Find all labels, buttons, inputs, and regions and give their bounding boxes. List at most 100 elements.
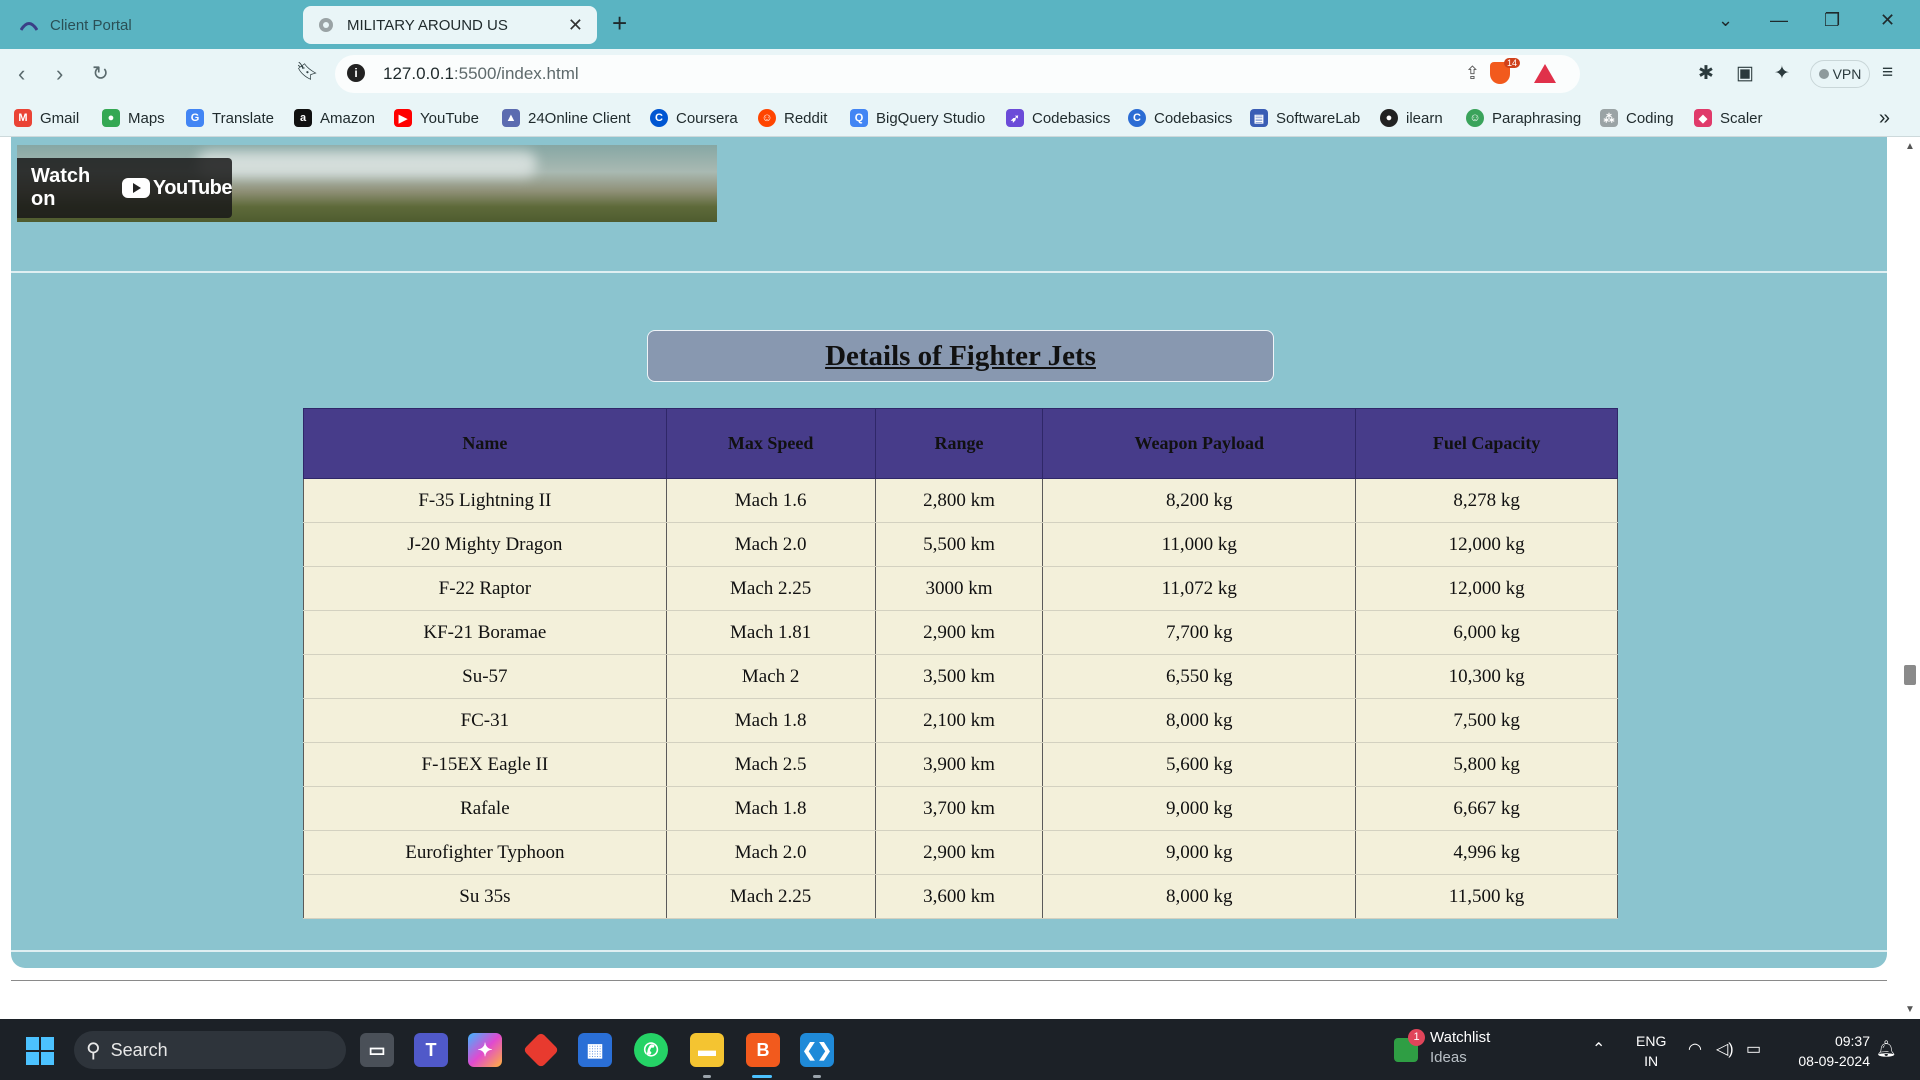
- cell-name: Su-57: [303, 654, 667, 699]
- scrollbar-thumb[interactable]: [1904, 665, 1916, 685]
- restore-icon[interactable]: ❐: [1824, 10, 1840, 31]
- page-viewport: Watch on YouTube Details of Fighter Jets…: [0, 137, 1900, 1019]
- bookmark-scaler[interactable]: ◆ Scaler: [1694, 109, 1763, 127]
- watch-on-youtube-button[interactable]: Watch on YouTube: [17, 158, 233, 218]
- teams-icon[interactable]: T: [414, 1033, 448, 1067]
- bookmark-24online[interactable]: ▲ 24Online Client: [502, 109, 631, 127]
- scroll-up-icon[interactable]: ▲: [1905, 141, 1915, 152]
- bookmark-bigquery[interactable]: Q BigQuery Studio: [850, 109, 985, 127]
- bookmark-amazon[interactable]: a Amazon: [294, 109, 375, 127]
- tab-client-portal[interactable]: Client Portal: [8, 6, 298, 44]
- taskbar-search[interactable]: ⚲ Search: [74, 1031, 346, 1069]
- cell-range: 2,100 km: [874, 698, 1044, 743]
- cell-name: Rafale: [303, 786, 667, 831]
- bookmark-gmail[interactable]: M Gmail: [14, 109, 79, 127]
- volume-icon[interactable]: ◁): [1716, 1039, 1734, 1059]
- tab-search-icon[interactable]: ⌄: [1718, 10, 1733, 31]
- watchlist-widget[interactable]: 1 Watchlist Ideas: [1394, 1028, 1490, 1068]
- cell-name: F-22 Raptor: [303, 566, 667, 611]
- cell-fuel-capacity: 6,000 kg: [1355, 610, 1618, 655]
- notification-bell-icon[interactable]: 🔔︎: [1876, 1039, 1896, 1059]
- bookmark-softwarelab[interactable]: ▤ SoftwareLab: [1250, 109, 1360, 127]
- task-view-icon[interactable]: ▭: [360, 1033, 394, 1067]
- bookmark-translate[interactable]: G Translate: [186, 109, 274, 127]
- cell-weapon-payload: 8,200 kg: [1042, 478, 1357, 523]
- table-header-row: Name Max Speed Range Weapon Payload Fuel…: [303, 408, 1618, 479]
- cell-fuel-capacity: 10,300 kg: [1355, 654, 1618, 699]
- cell-range: 3,700 km: [874, 786, 1044, 831]
- youtube-play-icon: [121, 178, 150, 198]
- rocket-icon: ➶: [1006, 109, 1024, 127]
- vpn-button[interactable]: VPN: [1810, 60, 1870, 88]
- tab-military-around-us[interactable]: MILITARY AROUND US ✕: [303, 6, 597, 44]
- coding-icon: ⁂: [1600, 109, 1618, 127]
- battery-icon[interactable]: ▭: [1746, 1039, 1761, 1059]
- bookmark-reddit[interactable]: ☺ Reddit: [758, 109, 827, 127]
- close-tab-icon[interactable]: ✕: [568, 15, 583, 36]
- youtube-icon: ▶: [394, 109, 412, 127]
- share-icon[interactable]: ⇪: [1465, 63, 1480, 84]
- site-info-icon[interactable]: i: [347, 64, 365, 82]
- show-hidden-icons-icon[interactable]: ⌃: [1592, 1039, 1605, 1059]
- scroll-down-icon[interactable]: ▼: [1905, 1004, 1915, 1015]
- brave-browser-icon[interactable]: B: [746, 1033, 780, 1067]
- leo-ai-icon[interactable]: ✦: [1774, 62, 1790, 85]
- url-text: 127.0.0.1:5500/index.html: [383, 64, 579, 83]
- language-indicator[interactable]: ENG IN: [1636, 1031, 1666, 1071]
- minimize-icon[interactable]: —: [1770, 10, 1788, 31]
- bookmark-coursera[interactable]: C Coursera: [650, 109, 738, 127]
- extensions-icon[interactable]: ✱: [1698, 62, 1714, 85]
- file-explorer-icon[interactable]: ▬: [690, 1033, 724, 1067]
- vscode-icon[interactable]: ❮❯: [800, 1033, 834, 1067]
- bookmark-ilearn[interactable]: ● ilearn: [1380, 109, 1443, 127]
- amazon-icon: a: [294, 109, 312, 127]
- watchlist-subtitle: Ideas: [1430, 1049, 1467, 1066]
- active-indicator: [752, 1075, 772, 1078]
- whatsapp-icon[interactable]: ✆: [634, 1033, 668, 1067]
- bookmark-paraphrasing[interactable]: ☺ Paraphrasing: [1466, 109, 1581, 127]
- close-window-icon[interactable]: ✕: [1880, 10, 1895, 31]
- bigquery-icon: Q: [850, 109, 868, 127]
- microsoft-store-icon[interactable]: ▦: [578, 1033, 612, 1067]
- address-bar[interactable]: i 127.0.0.1:5500/index.html ⇪ 14: [335, 55, 1580, 93]
- cell-name: Eurofighter Typhoon: [303, 830, 667, 875]
- cell-range: 3,900 km: [874, 742, 1044, 787]
- bookmark-codebasics[interactable]: ➶ Codebasics: [1006, 109, 1110, 127]
- stocks-icon: 1: [1394, 1029, 1425, 1062]
- reload-icon[interactable]: ↻: [92, 61, 109, 86]
- bookmark-youtube[interactable]: ▶ YouTube: [394, 109, 479, 127]
- cell-weapon-payload: 11,000 kg: [1042, 522, 1357, 567]
- wifi-icon[interactable]: ◠: [1688, 1039, 1702, 1059]
- wallet-icon[interactable]: ▣: [1736, 62, 1754, 85]
- windows-start-icon[interactable]: [26, 1037, 54, 1065]
- bookmark-codebasics-2[interactable]: C Codebasics: [1128, 109, 1232, 127]
- cell-range: 2,800 km: [874, 478, 1044, 523]
- bookmark-coding[interactable]: ⁂ Coding: [1600, 109, 1674, 127]
- bookmark-maps[interactable]: ● Maps: [102, 109, 165, 127]
- tab-label: MILITARY AROUND US: [347, 16, 508, 34]
- table-row: F-15EX Eagle II Mach 2.5 3,900 km 5,600 kg 5…: [303, 742, 1618, 787]
- fighter-jets-table: Name Max Speed Range Weapon Payload Fuel…: [303, 408, 1618, 919]
- brave-rewards-icon[interactable]: [1534, 64, 1556, 83]
- brave-shields-count: 14: [1503, 58, 1520, 68]
- softwarelab-icon: ▤: [1250, 109, 1268, 127]
- anydesk-icon[interactable]: [522, 1031, 560, 1069]
- cell-weapon-payload: 11,072 kg: [1042, 566, 1357, 611]
- menu-icon[interactable]: ≡: [1882, 62, 1893, 84]
- bookmark-icon[interactable]: 🔖︎: [296, 61, 319, 82]
- tab-label: Client Portal: [50, 16, 132, 34]
- forward-icon[interactable]: ›: [56, 61, 63, 87]
- cell-fuel-capacity: 11,500 kg: [1355, 874, 1618, 919]
- table-row: Eurofighter Typhoon Mach 2.0 2,900 km 9,000…: [303, 830, 1618, 875]
- copilot-icon[interactable]: ✦: [468, 1033, 502, 1067]
- new-tab-icon[interactable]: +: [612, 10, 627, 36]
- cell-fuel-capacity: 7,500 kg: [1355, 698, 1618, 743]
- more-bookmarks-icon[interactable]: »: [1879, 107, 1890, 130]
- cell-max-speed: Mach 1.8: [665, 786, 876, 831]
- table-row: Su-57 Mach 2 3,500 km 6,550 kg 10,300 kg: [303, 654, 1618, 699]
- clock[interactable]: 09:37 08-09-2024: [1786, 1031, 1870, 1071]
- cell-max-speed: Mach 2.0: [665, 830, 876, 875]
- vertical-scrollbar[interactable]: ▲ ▼: [1900, 137, 1920, 1019]
- back-icon[interactable]: ‹: [18, 61, 25, 87]
- youtube-video-embed[interactable]: Watch on YouTube: [17, 145, 717, 222]
